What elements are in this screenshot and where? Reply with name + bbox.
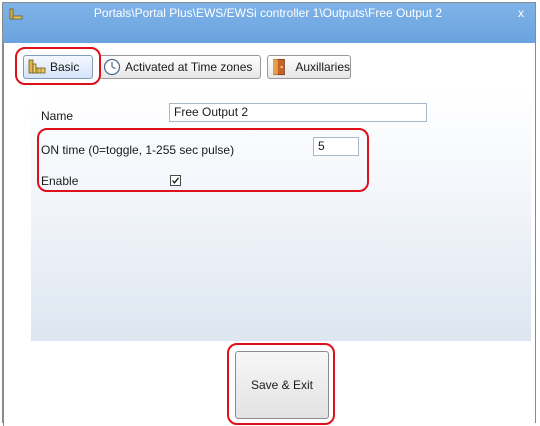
on-time-label: ON time (0=toggle, 1-255 sec pulse) — [41, 143, 235, 157]
enable-checkbox[interactable] — [170, 175, 181, 186]
tab-auxillaries[interactable]: Auxillaries — [267, 55, 351, 79]
name-field[interactable]: Free Output 2 — [169, 103, 427, 122]
app-icon — [9, 8, 23, 20]
tab-auxillaries-label: Auxillaries — [295, 60, 350, 74]
basic-settings-panel — [31, 91, 531, 341]
title-bar[interactable]: Portals\Portal Plus\EWS/EWSi controller … — [3, 3, 535, 43]
save-and-exit-button[interactable]: Save & Exit — [235, 351, 329, 419]
door-icon — [273, 58, 285, 76]
on-time-field[interactable]: 5 — [313, 137, 359, 156]
clock-icon — [103, 58, 121, 76]
enable-label: Enable — [41, 174, 79, 188]
save-and-exit-label: Save & Exit — [250, 378, 314, 392]
output-settings-window: Portals\Portal Plus\EWS/EWSi controller … — [2, 2, 536, 426]
tile-icon — [28, 59, 46, 74]
window-left-border — [3, 43, 4, 426]
window-title: Portals\Portal Plus\EWS/EWSi controller … — [93, 6, 443, 20]
tab-basic-label: Basic — [50, 60, 80, 74]
name-label: Name — [41, 109, 74, 123]
tab-activated-at-time-zones[interactable]: Activated at Time zones — [99, 55, 261, 79]
close-button[interactable]: x — [513, 5, 529, 21]
checkmark-icon — [172, 177, 180, 184]
tab-basic[interactable]: Basic — [23, 55, 93, 79]
tab-time-zones-label: Activated at Time zones — [125, 60, 253, 74]
